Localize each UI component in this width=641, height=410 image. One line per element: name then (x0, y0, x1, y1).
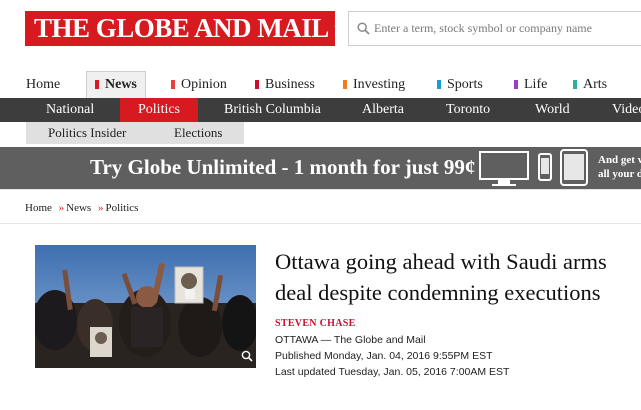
subnav-toronto[interactable]: Toronto (446, 98, 490, 122)
desktop-icon (479, 151, 529, 186)
section-color-marker (343, 80, 347, 89)
promo-side-line1: And get w (598, 154, 641, 166)
subnav-video[interactable]: Video (612, 98, 641, 122)
nav-news-label: News (105, 77, 137, 92)
promo-banner[interactable]: Try Globe Unlimited - 1 month for just 9… (0, 147, 641, 189)
promo-text: Try Globe Unlimited - 1 month for just 9… (90, 155, 476, 179)
nav-home[interactable]: Home (26, 72, 60, 98)
subsubnav-elections[interactable]: Elections (174, 122, 222, 144)
breadcrumb-home[interactable]: Home (25, 202, 52, 214)
subnav-national[interactable]: National (46, 98, 94, 122)
subnav-world[interactable]: World (535, 98, 570, 122)
breadcrumb: Home » News » Politics (25, 202, 138, 214)
dateline: OTTAWA — The Globe and Mail (275, 334, 426, 346)
subnav-british-columbia[interactable]: British Columbia (224, 98, 321, 122)
smartphone-icon (538, 153, 552, 181)
breadcrumb-separator: » (97, 202, 104, 214)
section-color-marker (255, 80, 259, 89)
subsubnav-politics-insider[interactable]: Politics Insider (48, 122, 126, 144)
breadcrumb-separator: » (58, 202, 65, 214)
search-input[interactable] (374, 21, 641, 36)
section-color-marker (437, 80, 441, 89)
tablet-icon (560, 149, 588, 186)
breadcrumb-news[interactable]: News (66, 202, 91, 214)
masthead: THE GLOBE AND MAIL (0, 0, 641, 68)
nav-opinion-label: Opinion (181, 77, 227, 92)
search-box[interactable] (348, 11, 641, 46)
section-color-marker (573, 80, 577, 89)
divider (0, 189, 641, 190)
nav-home-label: Home (26, 77, 61, 92)
zoom-icon[interactable] (241, 350, 253, 362)
nav-investing-label: Investing (353, 77, 406, 92)
nav-opinion[interactable]: Opinion (171, 72, 227, 98)
nav-life-label: Life (524, 77, 548, 92)
author-byline[interactable]: STEVEN CHASE (275, 318, 356, 329)
nav-arts-label: Arts (583, 77, 608, 92)
search-icon[interactable] (357, 22, 370, 35)
protest-photo-illustration (35, 245, 256, 368)
promo-side-line2: all your d (598, 168, 641, 180)
divider (0, 223, 641, 224)
article-headline[interactable]: Ottawa going ahead with Saudi arms deal … (275, 246, 641, 308)
politics-subnav: Politics Insider Elections (26, 122, 244, 144)
nav-arts[interactable]: Arts (573, 72, 607, 98)
nav-investing[interactable]: Investing (343, 72, 405, 98)
subnav-alberta[interactable]: Alberta (362, 98, 404, 122)
section-color-marker (95, 80, 99, 89)
section-color-marker (171, 80, 175, 89)
published-date: Published Monday, Jan. 04, 2016 9:55PM E… (275, 350, 493, 362)
nav-life[interactable]: Life (514, 72, 547, 98)
site-logo[interactable]: THE GLOBE AND MAIL (25, 11, 348, 46)
section-nav: Home News Opinion Business Investing Spo… (0, 70, 641, 98)
breadcrumb-politics[interactable]: Politics (105, 202, 138, 214)
promo-side-text: And get w all your d (598, 153, 641, 181)
maple-leaf-icon (333, 18, 349, 39)
article-photo[interactable] (35, 245, 256, 368)
nav-sports-label: Sports (447, 77, 483, 92)
nav-business-label: Business (265, 77, 315, 92)
nav-business[interactable]: Business (255, 72, 315, 98)
section-color-marker (514, 80, 518, 89)
updated-date: Last updated Tuesday, Jan. 05, 2016 7:00… (275, 366, 510, 378)
sub-nav: National Politics British Columbia Alber… (0, 98, 641, 122)
nav-sports[interactable]: Sports (437, 72, 483, 98)
logo-text: THE GLOBE AND MAIL (34, 13, 329, 43)
subnav-politics[interactable]: Politics (120, 98, 199, 122)
nav-news[interactable]: News (86, 71, 146, 98)
